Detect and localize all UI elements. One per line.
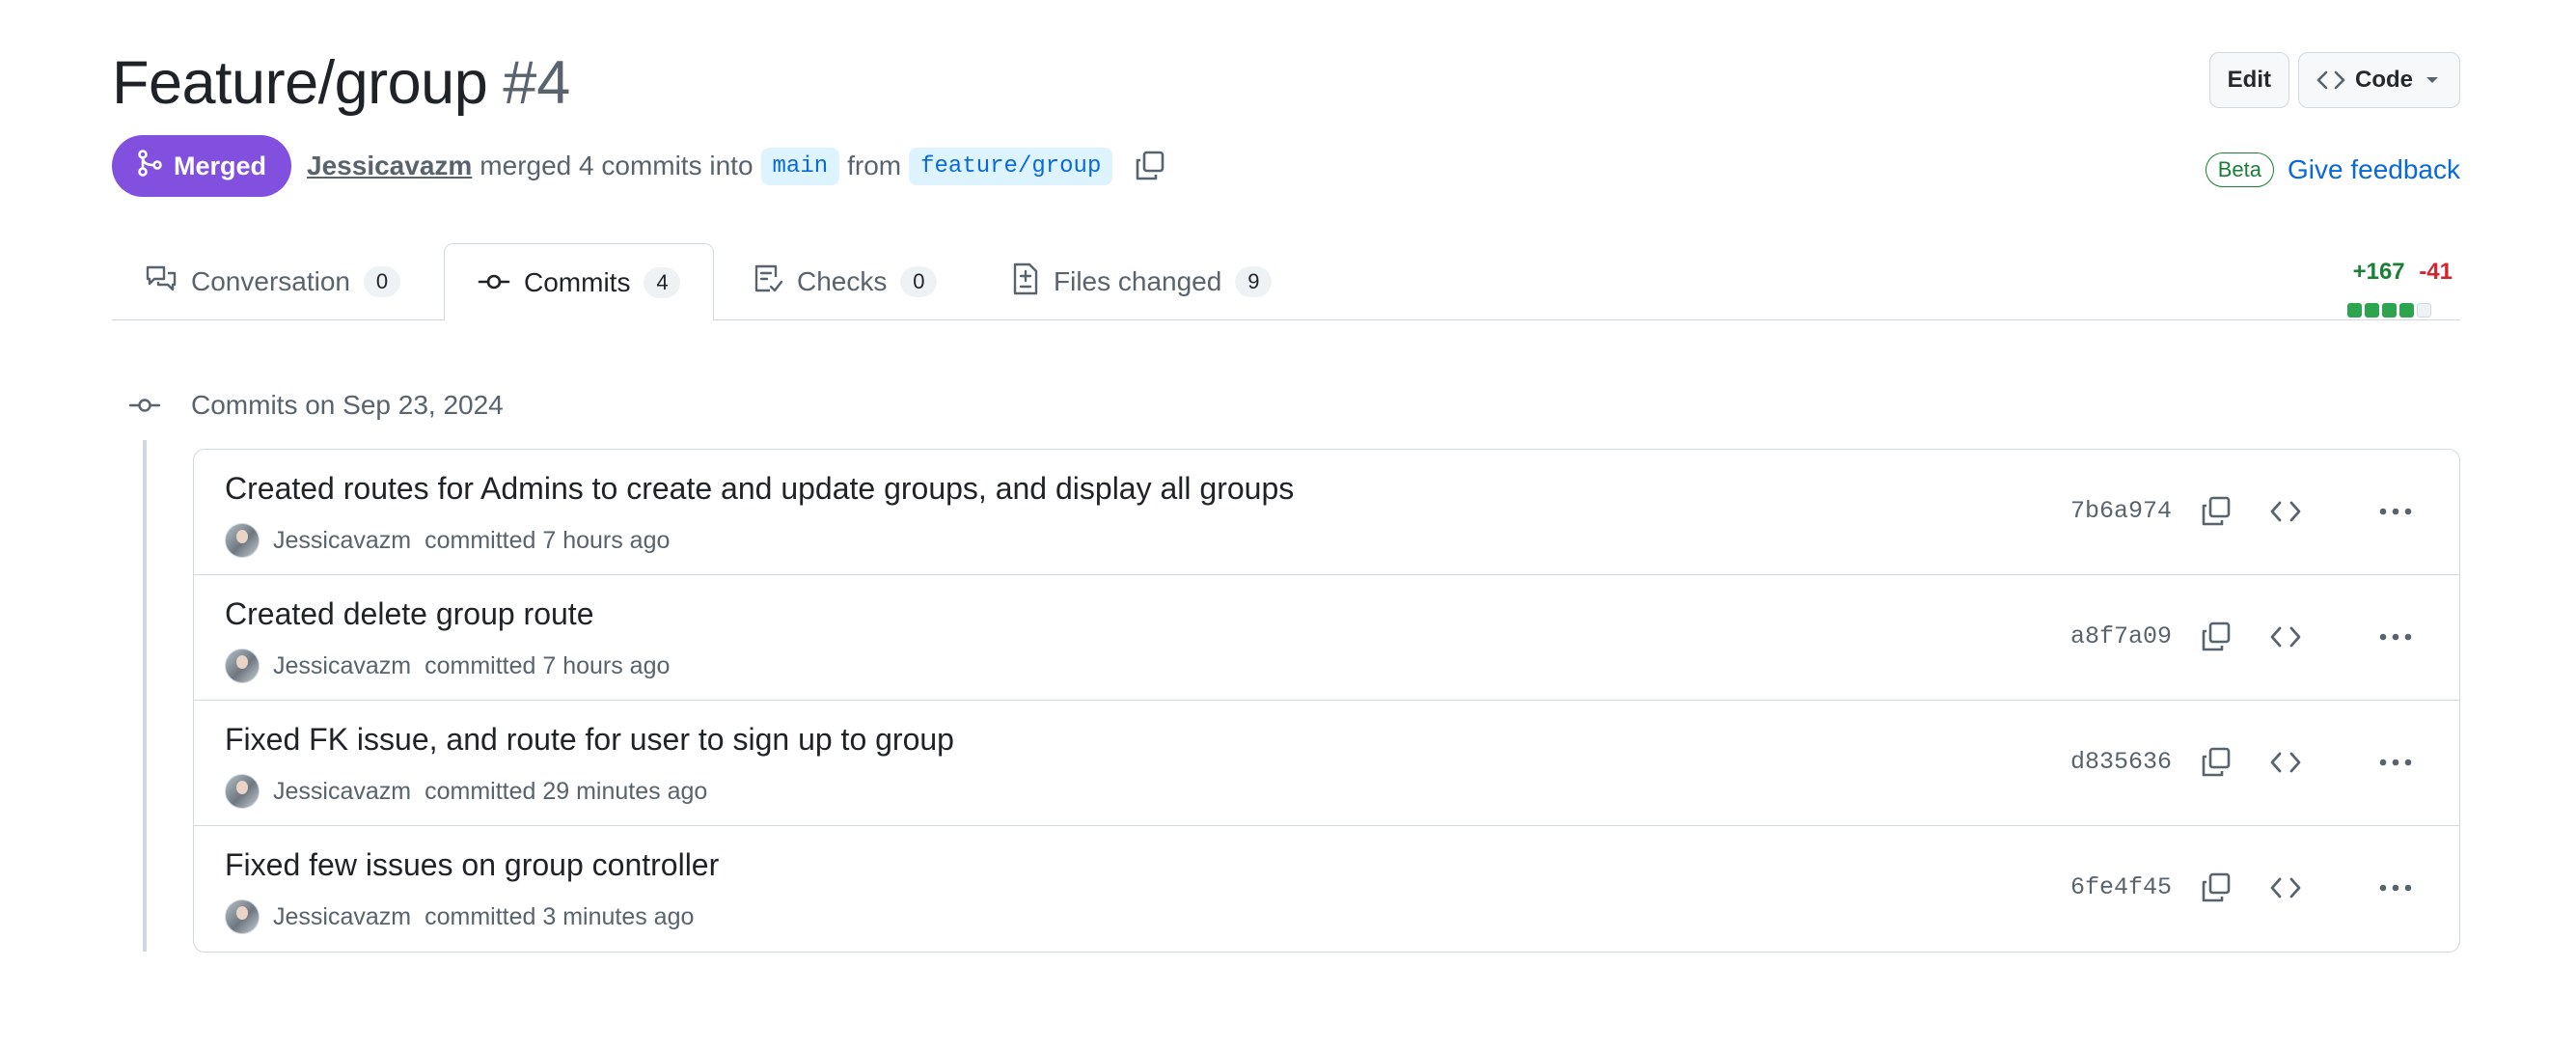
beta-badge: Beta: [2205, 152, 2274, 187]
checklist-icon: [753, 263, 783, 301]
tab-count: 4: [644, 266, 681, 298]
from-text: from: [847, 151, 902, 180]
tab-conversation[interactable]: Conversation 0: [112, 243, 433, 320]
kebab-menu-icon[interactable]: [2374, 741, 2417, 784]
commit-time: committed 7 hours ago: [425, 526, 671, 554]
diffstat-block: [2417, 303, 2431, 318]
commit-meta: Jessicavazm committed 3 minutes ago: [225, 899, 694, 934]
commit-message[interactable]: Fixed FK issue, and route for user to si…: [225, 722, 954, 758]
header-actions: Edit Code: [2208, 52, 2460, 108]
commit-message[interactable]: Fixed few issues on group controller: [225, 847, 719, 883]
tab-count: 0: [363, 266, 400, 297]
commit-sha[interactable]: 6fe4f45: [2070, 873, 2172, 901]
avatar[interactable]: [225, 899, 260, 934]
commit-time: committed 7 hours ago: [425, 651, 671, 679]
tab-label: Files changed: [1054, 266, 1222, 296]
code-button[interactable]: Code: [2298, 52, 2460, 108]
tab-label: Commits: [524, 266, 631, 297]
pr-tabs: Conversation 0 Commits 4 Checks 0 Files …: [112, 243, 2460, 321]
merge-icon: [135, 149, 164, 184]
commit-sha[interactable]: a8f7a09: [2070, 622, 2172, 650]
deletions-count: -41: [2419, 259, 2453, 285]
additions-count: +167: [2352, 259, 2405, 285]
commit-row: Created routes for Admins to create and …: [194, 450, 2459, 575]
author-link[interactable]: Jessicavazm: [307, 151, 472, 181]
kebab-menu-icon[interactable]: [2374, 490, 2417, 533]
feedback-area: Beta Give feedback: [2205, 152, 2460, 187]
browse-code-icon[interactable]: [2264, 616, 2307, 658]
commit-meta: Jessicavazm committed 7 hours ago: [225, 523, 670, 558]
diffstat: +167 -41: [2353, 259, 2453, 286]
code-icon: [2316, 69, 2345, 92]
head-branch[interactable]: feature/group: [909, 147, 1113, 185]
commit-author[interactable]: Jessicavazm: [273, 903, 411, 931]
copy-branch-icon[interactable]: [1134, 150, 1166, 182]
commit-icon: [112, 396, 178, 415]
caret-down-icon: [2423, 74, 2442, 86]
diffstat-bar: [2347, 303, 2431, 318]
copy-icon[interactable]: [2195, 867, 2237, 909]
tab-commits[interactable]: Commits 4: [444, 243, 715, 321]
timeline-line: [143, 440, 147, 952]
code-button-label: Code: [2355, 67, 2413, 93]
commit-icon: [478, 267, 510, 298]
tab-count: 9: [1235, 266, 1273, 297]
commit-row: Fixed few issues on group controller Jes…: [194, 826, 2459, 952]
tab-label: Checks: [797, 266, 888, 296]
edit-button-label: Edit: [2227, 67, 2271, 93]
commit-meta: Jessicavazm committed 29 minutes ago: [225, 774, 707, 809]
commits-section: Commits on Sep 23, 2024 Created routes f…: [112, 376, 2460, 953]
browse-code-icon[interactable]: [2264, 741, 2307, 784]
commit-message[interactable]: Created routes for Admins to create and …: [225, 471, 1294, 507]
diffstat-block: [2347, 303, 2362, 318]
commit-row: Fixed FK issue, and route for user to si…: [194, 701, 2459, 826]
merged-status-label: Merged: [174, 151, 267, 180]
pr-title: Feature/group: [112, 49, 488, 117]
commit-author[interactable]: Jessicavazm: [273, 652, 411, 680]
avatar[interactable]: [225, 774, 260, 809]
commit-author[interactable]: Jessicavazm: [273, 527, 411, 555]
pr-meta: Merged Jessicavazm merged 4 commits into…: [112, 135, 1166, 197]
commit-row: Created delete group route Jessicavazm c…: [194, 575, 2459, 701]
tab-checks[interactable]: Checks 0: [720, 243, 970, 320]
base-branch[interactable]: main: [760, 147, 840, 185]
copy-icon[interactable]: [2195, 490, 2237, 533]
commit-sha[interactable]: d835636: [2070, 748, 2172, 776]
give-feedback-link[interactable]: Give feedback: [2288, 154, 2460, 185]
edit-button[interactable]: Edit: [2208, 52, 2289, 108]
tab-label: Conversation: [191, 266, 350, 296]
copy-icon[interactable]: [2195, 616, 2237, 658]
commit-time: committed 3 minutes ago: [425, 902, 695, 930]
commit-date-row: Commits on Sep 23, 2024: [112, 376, 2460, 434]
diffstat-block: [2365, 303, 2379, 318]
avatar[interactable]: [225, 649, 260, 683]
kebab-menu-icon[interactable]: [2374, 616, 2417, 658]
commit-time: committed 29 minutes ago: [425, 777, 708, 805]
commit-author[interactable]: Jessicavazm: [273, 778, 411, 806]
file-diff-icon: [1011, 262, 1040, 302]
merge-description: Jessicavazm merged 4 commits into main f…: [307, 147, 1166, 185]
commit-date-label: Commits on Sep 23, 2024: [191, 390, 504, 420]
title-row: Feature/group #4: [112, 44, 2460, 122]
commit-list: Created routes for Admins to create and …: [193, 449, 2460, 953]
diffstat-block: [2399, 303, 2414, 318]
commit-sha[interactable]: 7b6a974: [2070, 497, 2172, 525]
browse-code-icon[interactable]: [2264, 867, 2307, 909]
commit-message[interactable]: Created delete group route: [225, 596, 593, 632]
conversation-icon: [145, 264, 178, 300]
merged-status-badge: Merged: [112, 135, 292, 197]
diffstat-block: [2382, 303, 2397, 318]
browse-code-icon[interactable]: [2264, 490, 2307, 533]
pr-number: #4: [503, 49, 571, 117]
pr-header: Feature/group #4 Edit Code: [112, 44, 2460, 122]
tab-count: 0: [900, 266, 938, 297]
kebab-menu-icon[interactable]: [2374, 867, 2417, 909]
avatar[interactable]: [225, 523, 260, 558]
commit-meta: Jessicavazm committed 7 hours ago: [225, 649, 670, 683]
copy-icon[interactable]: [2195, 741, 2237, 784]
tab-files-changed[interactable]: Files changed 9: [978, 243, 1304, 320]
merged-text: merged 4 commits into: [480, 151, 754, 180]
